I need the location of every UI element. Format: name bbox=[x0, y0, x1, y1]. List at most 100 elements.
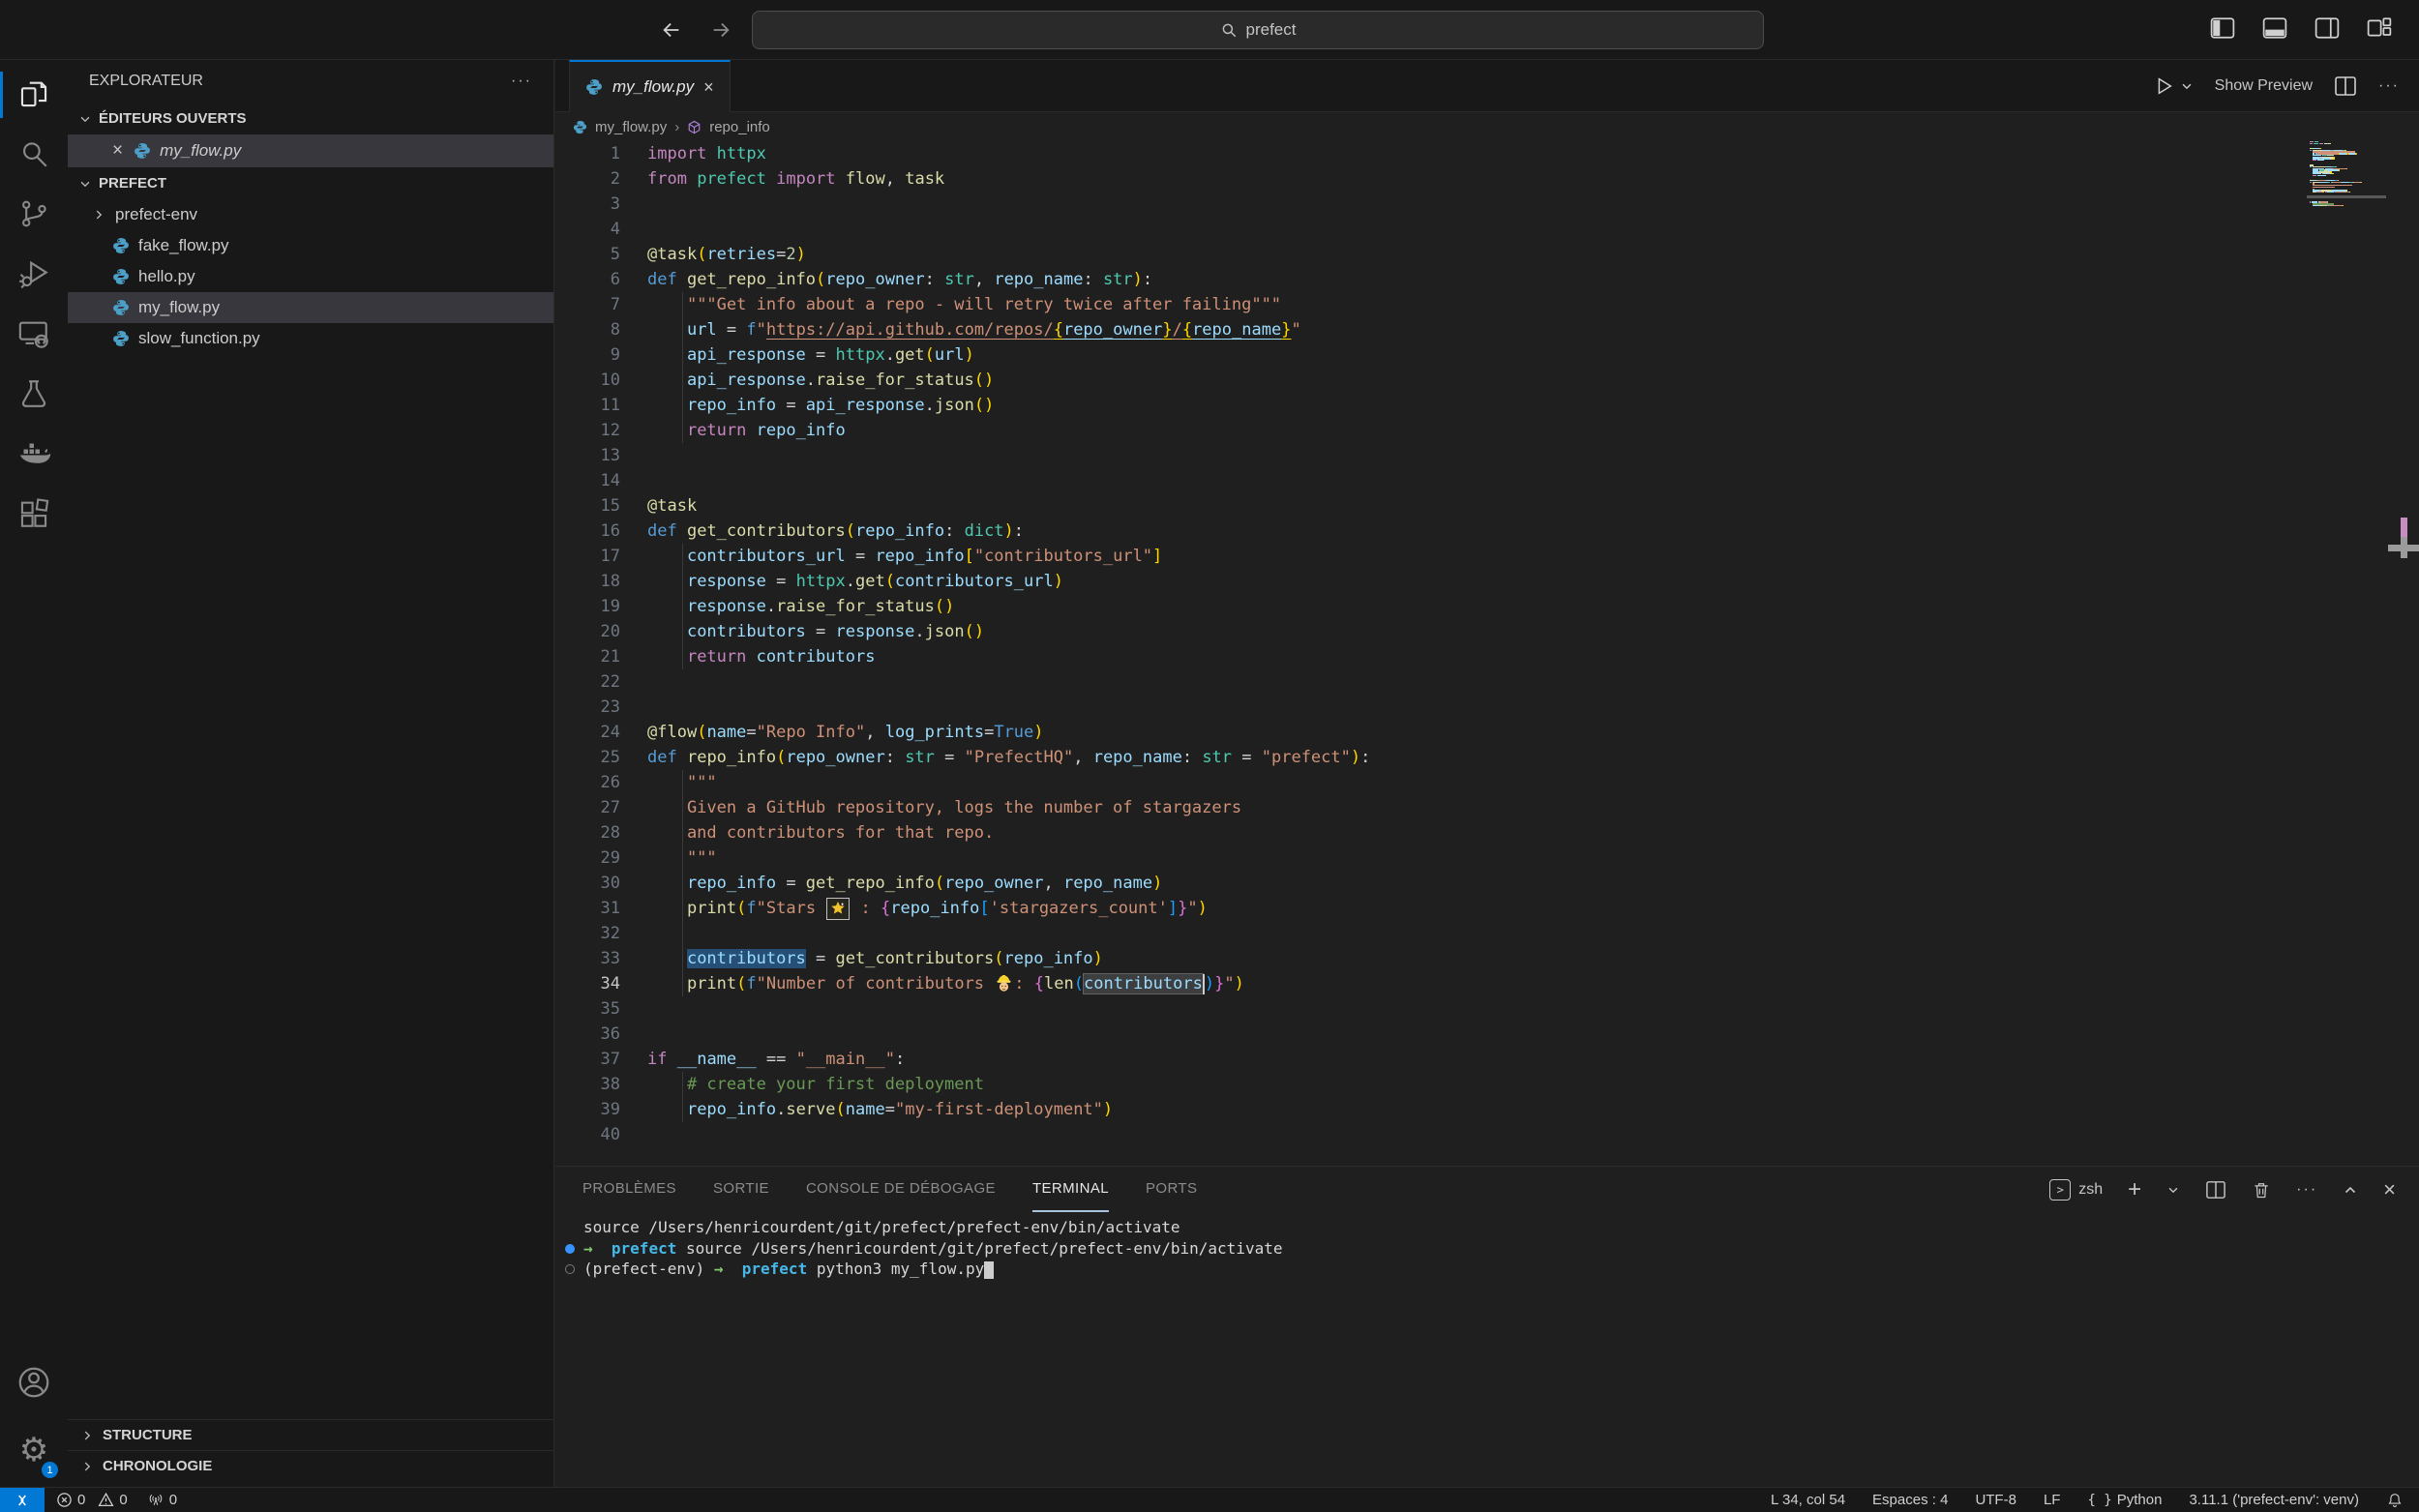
code-line-7: 7 """Get info about a repo - will retry … bbox=[555, 292, 2419, 317]
run-debug-icon[interactable] bbox=[0, 244, 68, 304]
code-line-21: 21 return contributors bbox=[555, 644, 2419, 669]
toggle-panel-icon[interactable] bbox=[2260, 14, 2289, 43]
code-line-3: 3 bbox=[555, 192, 2419, 217]
notifications-bell-icon[interactable] bbox=[2386, 1492, 2404, 1509]
panel-tab-console-de-d-bogage[interactable]: CONSOLE DE DÉBOGAGE bbox=[806, 1167, 996, 1212]
split-terminal-icon[interactable] bbox=[2205, 1180, 2226, 1200]
forward-arrow-icon[interactable] bbox=[704, 14, 737, 46]
tree-item-fake-flow-py[interactable]: fake_flow.py bbox=[68, 230, 553, 261]
panel-tab-terminal[interactable]: TERMINAL bbox=[1032, 1167, 1109, 1212]
status-l-34-col-54[interactable]: L 34, col 54 bbox=[1771, 1492, 1845, 1508]
extensions-icon[interactable] bbox=[0, 484, 68, 544]
command-success-decoration[interactable] bbox=[565, 1244, 575, 1254]
editor-tab-bar: my_flow.py × Show Preview ··· bbox=[555, 60, 2419, 112]
search-view-icon[interactable] bbox=[0, 124, 68, 184]
tab-close-icon[interactable]: × bbox=[703, 77, 714, 98]
warning-icon bbox=[98, 1492, 114, 1508]
status-python[interactable]: { }Python bbox=[2087, 1492, 2162, 1508]
open-editor-item[interactable]: × my_flow.py bbox=[68, 134, 553, 167]
docker-icon[interactable] bbox=[0, 424, 68, 484]
new-terminal-icon[interactable]: + bbox=[2128, 1176, 2141, 1203]
code-line-29: 29 """ bbox=[555, 845, 2419, 871]
breadcrumb-separator: › bbox=[674, 119, 679, 135]
open-editors-section-header[interactable]: ÉDITEURS OUVERTS bbox=[68, 103, 553, 134]
command-pending-decoration[interactable] bbox=[565, 1264, 575, 1274]
section-structure[interactable]: STRUCTURE bbox=[68, 1419, 554, 1450]
toggle-secondary-sidebar-icon[interactable] bbox=[2313, 14, 2342, 43]
accounts-icon[interactable] bbox=[0, 1352, 68, 1412]
mouse-cursor bbox=[2387, 518, 2419, 558]
explorer-icon[interactable] bbox=[0, 64, 68, 124]
breadcrumb-file[interactable]: my_flow.py bbox=[595, 119, 667, 135]
minimap[interactable] bbox=[2310, 141, 2383, 208]
close-editor-icon[interactable]: × bbox=[112, 140, 123, 162]
panel-tab-ports[interactable]: PORTS bbox=[1146, 1167, 1197, 1212]
status-utf-8[interactable]: UTF-8 bbox=[1975, 1492, 2016, 1508]
code-editor[interactable]: 1import httpx2from prefect import flow, … bbox=[555, 141, 2419, 1147]
code-line-18: 18 response = httpx.get(contributors_url… bbox=[555, 569, 2419, 594]
command-center-search[interactable]: prefect bbox=[752, 11, 1764, 49]
tab-label: my_flow.py bbox=[612, 77, 694, 97]
status-espaces-4[interactable]: Espaces : 4 bbox=[1872, 1492, 1948, 1508]
tree-item-my-flow-py[interactable]: my_flow.py bbox=[68, 292, 553, 323]
open-editor-label: my_flow.py bbox=[160, 141, 241, 161]
python-file-icon bbox=[134, 142, 151, 160]
search-value: prefect bbox=[1246, 20, 1297, 40]
tree-item-hello-py[interactable]: hello.py bbox=[68, 261, 553, 292]
toggle-primary-sidebar-icon[interactable] bbox=[2208, 14, 2237, 43]
terminal-icon: > bbox=[2049, 1179, 2071, 1201]
testing-icon[interactable] bbox=[0, 364, 68, 424]
code-line-15: 15@task bbox=[555, 493, 2419, 519]
source-control-icon[interactable] bbox=[0, 184, 68, 244]
code-line-17: 17 contributors_url = repo_info["contrib… bbox=[555, 544, 2419, 569]
editor-group: my_flow.py × Show Preview ··· my_flow.py… bbox=[555, 60, 2419, 1166]
activity-bar: ⚙ 1 bbox=[0, 60, 68, 1487]
back-arrow-icon[interactable] bbox=[655, 14, 688, 46]
ports-status[interactable]: 0 bbox=[147, 1492, 177, 1508]
show-preview-button[interactable]: Show Preview bbox=[2215, 77, 2313, 95]
editor-more-actions-icon[interactable]: ··· bbox=[2378, 77, 2400, 95]
tree-item-prefect-env[interactable]: prefect-env bbox=[68, 199, 553, 230]
breadcrumb-symbol[interactable]: repo_info bbox=[709, 119, 770, 135]
terminal-shell-badge[interactable]: > zsh bbox=[2049, 1179, 2103, 1201]
project-section-header[interactable]: PREFECT bbox=[68, 167, 553, 199]
code-line-16: 16def get_contributors(repo_info: dict): bbox=[555, 519, 2419, 544]
settings-gear-icon[interactable]: ⚙ 1 bbox=[0, 1420, 68, 1480]
remote-indicator[interactable] bbox=[0, 1488, 45, 1512]
panel-tab-probl-mes[interactable]: PROBLÈMES bbox=[582, 1167, 676, 1212]
code-line-38: 38 # create your first deployment bbox=[555, 1072, 2419, 1097]
tab-my-flow[interactable]: my_flow.py × bbox=[569, 60, 731, 112]
customize-layout-icon[interactable] bbox=[2365, 14, 2394, 43]
status-3-11-1-prefect-env-venv-[interactable]: 3.11.1 ('prefect-env': venv) bbox=[2189, 1492, 2359, 1508]
run-dropdown-chevron-icon bbox=[2180, 79, 2194, 93]
title-bar: prefect bbox=[0, 0, 2419, 60]
code-line-31: 31 print(f"Stars : {repo_info['stargazer… bbox=[555, 896, 2419, 921]
tree-item-slow-function-py[interactable]: slow_function.py bbox=[68, 323, 553, 354]
run-python-file-button[interactable] bbox=[2153, 75, 2194, 97]
breadcrumb[interactable]: my_flow.py › repo_info bbox=[573, 112, 770, 141]
panel-more-actions-icon[interactable]: ··· bbox=[2296, 1181, 2317, 1199]
status-lf[interactable]: LF bbox=[2044, 1492, 2061, 1508]
split-editor-icon[interactable] bbox=[2334, 75, 2357, 97]
terminal-dropdown-chevron-icon[interactable] bbox=[2166, 1183, 2180, 1197]
minimap-selection-marker bbox=[2307, 195, 2386, 198]
chevron-down-icon bbox=[77, 111, 93, 127]
code-line-14: 14 bbox=[555, 468, 2419, 493]
section-chronologie[interactable]: CHRONOLOGIE bbox=[68, 1450, 554, 1481]
remote-explorer-icon[interactable] bbox=[0, 304, 68, 364]
python-file-icon bbox=[112, 237, 130, 254]
code-line-26: 26 """ bbox=[555, 770, 2419, 795]
code-line-20: 20 contributors = response.json() bbox=[555, 619, 2419, 644]
terminal[interactable]: source /Users/henricourdent/git/prefect/… bbox=[555, 1217, 2419, 1280]
sidebar-more-actions-icon[interactable]: ··· bbox=[511, 73, 532, 90]
kill-terminal-icon[interactable] bbox=[2252, 1180, 2271, 1200]
maximize-panel-icon[interactable] bbox=[2343, 1182, 2358, 1198]
close-panel-icon[interactable]: × bbox=[2383, 1177, 2396, 1202]
search-icon bbox=[1220, 21, 1238, 39]
problems-status[interactable]: 0 0 bbox=[56, 1492, 128, 1508]
terminal-line: source /Users/henricourdent/git/prefect/… bbox=[555, 1217, 2419, 1238]
explorer-sidebar: EXPLORATEUR ··· ÉDITEURS OUVERTS ×my_flo… bbox=[68, 60, 554, 1487]
panel-tab-sortie[interactable]: SORTIE bbox=[713, 1167, 769, 1212]
error-icon bbox=[56, 1492, 73, 1508]
symbol-method-icon bbox=[687, 120, 702, 134]
